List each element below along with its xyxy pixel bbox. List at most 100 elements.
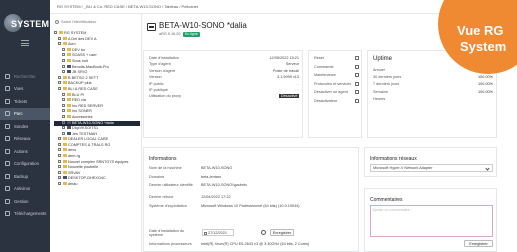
nav-item[interactable]: Tickets	[0, 95, 50, 108]
promo-line-1: Vue RG	[457, 23, 504, 38]
nav-item[interactable]: Sondes	[0, 120, 50, 133]
breadcrumb[interactable]: RG SYSTEM / _BLI & Co. RED CASE / BETA-W…	[57, 4, 198, 9]
action-icon[interactable]	[355, 99, 359, 103]
expand-toggle-icon[interactable]	[58, 148, 61, 152]
uptime-value: 100.00%	[478, 82, 493, 87]
action-icon[interactable]	[355, 56, 359, 60]
tree-item-label: Accessories	[72, 114, 93, 119]
nav-item[interactable]: Téléchargements	[0, 208, 50, 221]
uptime-row: 7 derniers jours 100.00%	[373, 82, 493, 88]
nav-item[interactable]: Configuration	[0, 158, 50, 171]
tree-search[interactable]: Saisir l'identificateur	[55, 19, 96, 24]
expand-toggle-icon[interactable]	[58, 81, 61, 85]
network-adapter-select[interactable]: Microsoft Hyper-V Network Adapter	[370, 164, 493, 172]
info-label: Domaine	[149, 175, 165, 179]
expand-toggle-icon[interactable]	[62, 92, 65, 96]
expand-toggle-icon[interactable]	[58, 182, 61, 186]
computer-icon	[66, 64, 71, 68]
folder-icon	[66, 92, 71, 96]
nav-item[interactable]: Vues	[0, 83, 50, 96]
install-date-field[interactable]: 27/12/2021	[202, 229, 234, 236]
expand-toggle-icon[interactable]	[62, 53, 65, 57]
action-label: Commande	[314, 64, 334, 69]
nav-item-label: Parc	[14, 111, 23, 117]
property-value: 3.1.9999 x13	[277, 75, 299, 80]
expand-toggle-icon[interactable]	[62, 64, 65, 68]
left-sidebar: SYSTEM Rechercher Vues Tickets Parc Sondes Ré…	[0, 0, 50, 252]
expand-toggle-icon[interactable]	[62, 103, 65, 107]
expand-toggle-icon[interactable]	[62, 98, 65, 102]
expand-toggle-icon[interactable]	[62, 70, 65, 74]
nav-item[interactable]: Actions	[0, 145, 50, 158]
folder-icon	[62, 137, 67, 141]
property-label: Version	[149, 75, 162, 80]
nav-icon	[5, 186, 10, 192]
nav-item[interactable]: Rechercher	[0, 70, 50, 83]
tree-item-label: BLI & RED CASE	[68, 86, 98, 91]
nav-item[interactable]: Parc	[0, 107, 50, 120]
tree-item[interactable]: dmau	[54, 182, 140, 188]
expand-toggle-icon[interactable]	[62, 47, 65, 51]
expand-toggle-icon[interactable]	[54, 31, 57, 34]
uptime-label: Heures	[373, 96, 386, 101]
menu-toggle-icon[interactable]	[21, 40, 29, 46]
expand-toggle-icon[interactable]	[58, 154, 61, 158]
info-label: Nom de la machine	[149, 166, 182, 170]
tree-item-label: Acm	[68, 42, 76, 47]
expand-toggle-icon[interactable]	[58, 159, 61, 163]
action-icon[interactable]	[355, 64, 359, 69]
expand-toggle-icon[interactable]	[62, 114, 65, 118]
nav-icon	[5, 161, 10, 167]
expand-toggle-icon[interactable]	[58, 36, 61, 40]
nav-item[interactable]: Gestion	[0, 195, 50, 208]
expand-toggle-icon[interactable]	[62, 131, 65, 135]
register-date-button[interactable]: Enregistrer	[270, 229, 294, 236]
gear-icon[interactable]	[261, 230, 266, 235]
save-comment-button[interactable]: Enregistrer	[464, 240, 493, 247]
property-label: IP public	[149, 81, 164, 86]
action-item[interactable]: Maintenance	[314, 73, 359, 81]
expand-toggle-icon[interactable]	[58, 176, 61, 180]
expand-toggle-icon[interactable]	[58, 137, 61, 141]
computer-icon	[62, 176, 67, 180]
computer-icon	[66, 131, 71, 135]
expand-toggle-icon[interactable]	[58, 86, 61, 90]
folder-icon	[66, 103, 71, 107]
info-label: Date d'installation du système	[149, 229, 185, 237]
main-nav: Rechercher Vues Tickets Parc Sondes Réseaux Ac…	[0, 70, 50, 220]
nav-item[interactable]: Backup	[0, 170, 50, 183]
property-label: IP publique	[149, 88, 168, 92]
expand-toggle-icon[interactable]	[62, 126, 65, 130]
expand-toggle-icon[interactable]	[58, 170, 61, 174]
action-item[interactable]: Reset	[314, 56, 359, 64]
action-item[interactable]: Commande	[314, 64, 359, 73]
expand-toggle-icon[interactable]	[62, 120, 65, 124]
expand-toggle-icon[interactable]	[58, 75, 61, 79]
expand-toggle-icon[interactable]	[58, 42, 61, 46]
nav-icon	[5, 148, 10, 154]
expand-toggle-icon[interactable]	[62, 58, 65, 62]
folder-icon	[62, 182, 67, 186]
expand-toggle-icon[interactable]	[62, 109, 65, 113]
expand-toggle-icon[interactable]	[58, 142, 61, 146]
tree-item-label: JB SRV2	[72, 70, 88, 75]
action-icon[interactable]	[355, 81, 359, 86]
server-icon	[147, 23, 156, 31]
info-value: beta-lentaro	[201, 175, 222, 179]
expand-toggle-icon[interactable]	[58, 165, 61, 169]
property-label: Version d'agent	[149, 68, 176, 73]
nav-item-label: Backup	[14, 173, 28, 179]
action-icon[interactable]	[355, 73, 359, 78]
property-value: 12/05/2022 15:21	[269, 56, 299, 60]
app-logo[interactable]: SYSTEM	[4, 14, 49, 36]
action-item[interactable]: Désactivateur	[314, 99, 359, 107]
nav-item[interactable]: Réseaux	[0, 133, 50, 146]
action-icon[interactable]	[355, 90, 359, 95]
comment-textarea[interactable]: Ajouter un commentaire...	[370, 205, 493, 237]
action-item[interactable]: Protocoles et services	[314, 81, 359, 90]
device-name: BETA-W10-SONO *dalia	[159, 21, 247, 30]
folder-icon	[62, 86, 67, 90]
nav-item[interactable]: Antivirus	[0, 183, 50, 196]
uptime-label: Annuel	[373, 68, 385, 72]
action-item[interactable]: Désactiver un agent	[314, 90, 359, 98]
